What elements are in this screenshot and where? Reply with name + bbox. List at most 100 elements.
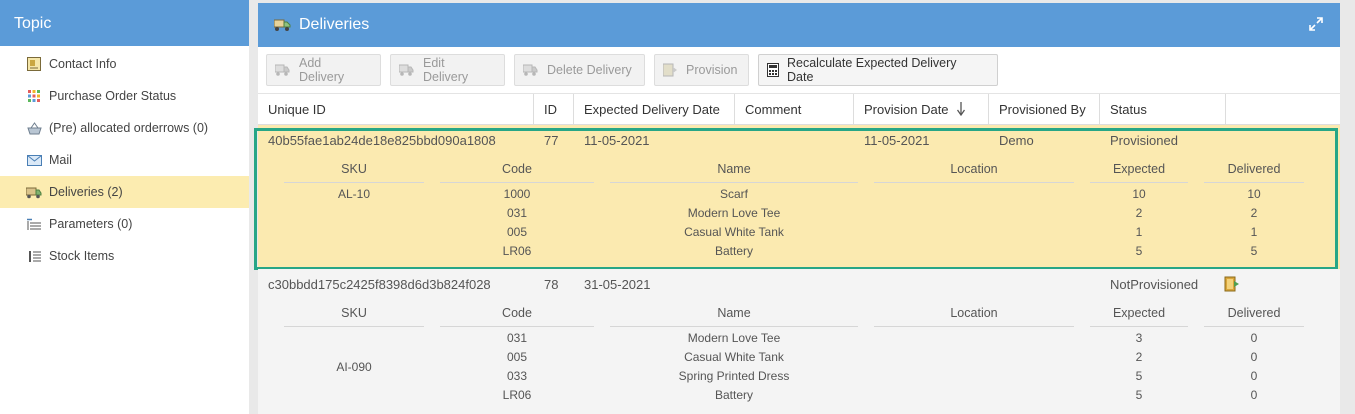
name-column: Modern Love Tee Casual White Tank Spring…: [610, 329, 858, 405]
sidebar-item-mail[interactable]: Mail: [0, 144, 249, 176]
code-cell: 031: [506, 331, 528, 345]
sub-column-expected: Expected: [1090, 157, 1188, 183]
id-cell: 77: [544, 132, 559, 148]
recalculate-label: Recalculate Expected Delivery Date: [787, 56, 957, 84]
edit-truck-icon: [399, 63, 415, 77]
name-cell: Casual White Tank: [684, 350, 784, 364]
stock-list-icon: [26, 248, 42, 264]
sidebar-item-label: Stock Items: [49, 249, 115, 263]
status-cell: Provisioned: [1110, 132, 1178, 148]
delivered-cell: 0: [1250, 369, 1258, 383]
sidebar-item-label: Parameters (0): [49, 217, 133, 231]
sku-cell: AI-090: [336, 359, 372, 374]
sidebar-list: Contact Info Purchase Order Status (Pre)…: [0, 46, 249, 272]
sidebar-item-deliveries[interactable]: Deliveries (2): [0, 176, 249, 208]
location-cell: [874, 204, 1074, 223]
delete-truck-icon: [523, 63, 539, 77]
edit-delivery-button[interactable]: Edit Delivery: [390, 54, 505, 86]
expand-icon[interactable]: [1308, 16, 1324, 32]
delete-delivery-button[interactable]: Delete Delivery: [514, 54, 645, 86]
sub-column-name: Name: [610, 301, 858, 327]
grid-header: Unique ID ID Expected Delivery Date Comm…: [258, 93, 1340, 125]
location-cell: [874, 367, 1074, 386]
mail-icon: [26, 152, 42, 168]
sub-grid-header: SKU Code Name Location Expected Delivere…: [258, 155, 1340, 185]
recalculate-expected-date-button[interactable]: Recalculate Expected Delivery Date: [758, 54, 998, 86]
sidebar-item-purchase-order-status[interactable]: Purchase Order Status: [0, 80, 249, 112]
provision-icon: [663, 63, 678, 77]
delete-delivery-label: Delete Delivery: [547, 63, 632, 77]
sidebar-item-stock-items[interactable]: Stock Items: [0, 240, 249, 272]
sidebar-item-label: Purchase Order Status: [49, 89, 177, 103]
column-unique-id[interactable]: Unique ID: [258, 94, 534, 124]
grid-dots-icon: [26, 88, 42, 104]
column-expected-delivery-date[interactable]: Expected Delivery Date: [574, 94, 735, 124]
location-cell: [874, 185, 1074, 204]
delivered-cell: 2: [1250, 206, 1258, 220]
delivery-row-77[interactable]: 40b55fae1ab24de18e825bbd090a1808 77 11-0…: [254, 125, 1340, 270]
truck-icon: [274, 18, 291, 32]
location-cell: [874, 386, 1074, 405]
expected-column: 3 2 5 5: [1090, 329, 1188, 405]
location-cell: [874, 348, 1074, 367]
sidebar-item-parameters[interactable]: Parameters (0): [0, 208, 249, 240]
name-cell: Modern Love Tee: [687, 331, 781, 345]
sub-column-sku: SKU: [284, 157, 424, 183]
basket-icon: [26, 120, 42, 136]
sub-grid-body: AL-10 1000 031 005 LR06 Scarf Modern Lov…: [258, 185, 1340, 261]
sort-descending-icon: [956, 102, 965, 116]
location-cell: [874, 329, 1074, 348]
delivered-cell: 0: [1250, 350, 1258, 364]
code-column: 031 005 033 LR06: [440, 329, 594, 405]
code-cell: 031: [506, 206, 528, 220]
name-cell: Casual White Tank: [684, 225, 784, 239]
column-comment[interactable]: Comment: [735, 94, 854, 124]
expected-cell: 2: [1135, 350, 1143, 364]
add-delivery-button[interactable]: Add Delivery: [266, 54, 381, 86]
provision-button[interactable]: Provision: [654, 54, 749, 86]
sub-column-location: Location: [874, 157, 1074, 183]
column-id[interactable]: ID: [534, 94, 574, 124]
sub-column-location: Location: [874, 301, 1074, 327]
delivered-cell: 5: [1250, 244, 1258, 258]
code-cell: 033: [506, 369, 528, 383]
sidebar-item-label: (Pre) allocated orderrows (0): [49, 121, 209, 135]
provision-icon[interactable]: [1224, 276, 1240, 292]
id-cell: 78: [544, 276, 559, 292]
code-column: 1000 031 005 LR06: [440, 185, 594, 261]
unique-id-cell: c30bbdd175c2425f8398d6d3b824f028: [268, 276, 491, 292]
expected-cell: 5: [1135, 369, 1143, 383]
column-actions: [1226, 94, 1340, 124]
sidebar-item-preallocated-orderrows[interactable]: (Pre) allocated orderrows (0): [0, 112, 249, 144]
column-provision-date[interactable]: Provision Date: [854, 94, 989, 124]
name-cell: Scarf: [719, 187, 748, 201]
delivered-cell: 0: [1250, 331, 1258, 345]
name-cell: Spring Printed Dress: [678, 369, 790, 383]
location-column: [874, 329, 1074, 405]
deliveries-panel: Deliveries Add Delivery Edit Delivery De…: [254, 3, 1340, 414]
expected-cell: 5: [1135, 244, 1143, 258]
sidebar-item-label: Contact Info: [49, 57, 117, 71]
topic-sidebar: Topic Contact Info Purchase Order Status…: [0, 0, 249, 414]
delivery-row-78[interactable]: c30bbdd175c2425f8398d6d3b824f028 78 31-0…: [258, 269, 1340, 414]
sub-column-delivered: Delivered: [1204, 157, 1304, 183]
calculator-icon: [767, 63, 779, 77]
sub-column-name: Name: [610, 157, 858, 183]
add-delivery-label: Add Delivery: [299, 56, 345, 84]
expected-cell: 2: [1135, 206, 1143, 220]
expected-date-cell: 31-05-2021: [584, 276, 651, 292]
expected-cell: 10: [1132, 187, 1146, 201]
sidebar-title: Topic: [0, 0, 249, 46]
toolbar: Add Delivery Edit Delivery Delete Delive…: [258, 47, 1340, 93]
panel-header: Deliveries: [258, 3, 1340, 47]
code-cell: 005: [506, 225, 528, 239]
sidebar-item-contact-info[interactable]: Contact Info: [0, 48, 249, 80]
sku-column: AI-090: [284, 329, 424, 405]
column-provisioned-by[interactable]: Provisioned By: [989, 94, 1100, 124]
sub-column-code: Code: [440, 157, 594, 183]
provision-label: Provision: [686, 63, 738, 77]
column-status[interactable]: Status: [1100, 94, 1226, 124]
unique-id-cell: 40b55fae1ab24de18e825bbd090a1808: [268, 132, 496, 148]
code-cell: 1000: [503, 187, 531, 201]
sidebar-item-label: Deliveries (2): [49, 185, 123, 199]
